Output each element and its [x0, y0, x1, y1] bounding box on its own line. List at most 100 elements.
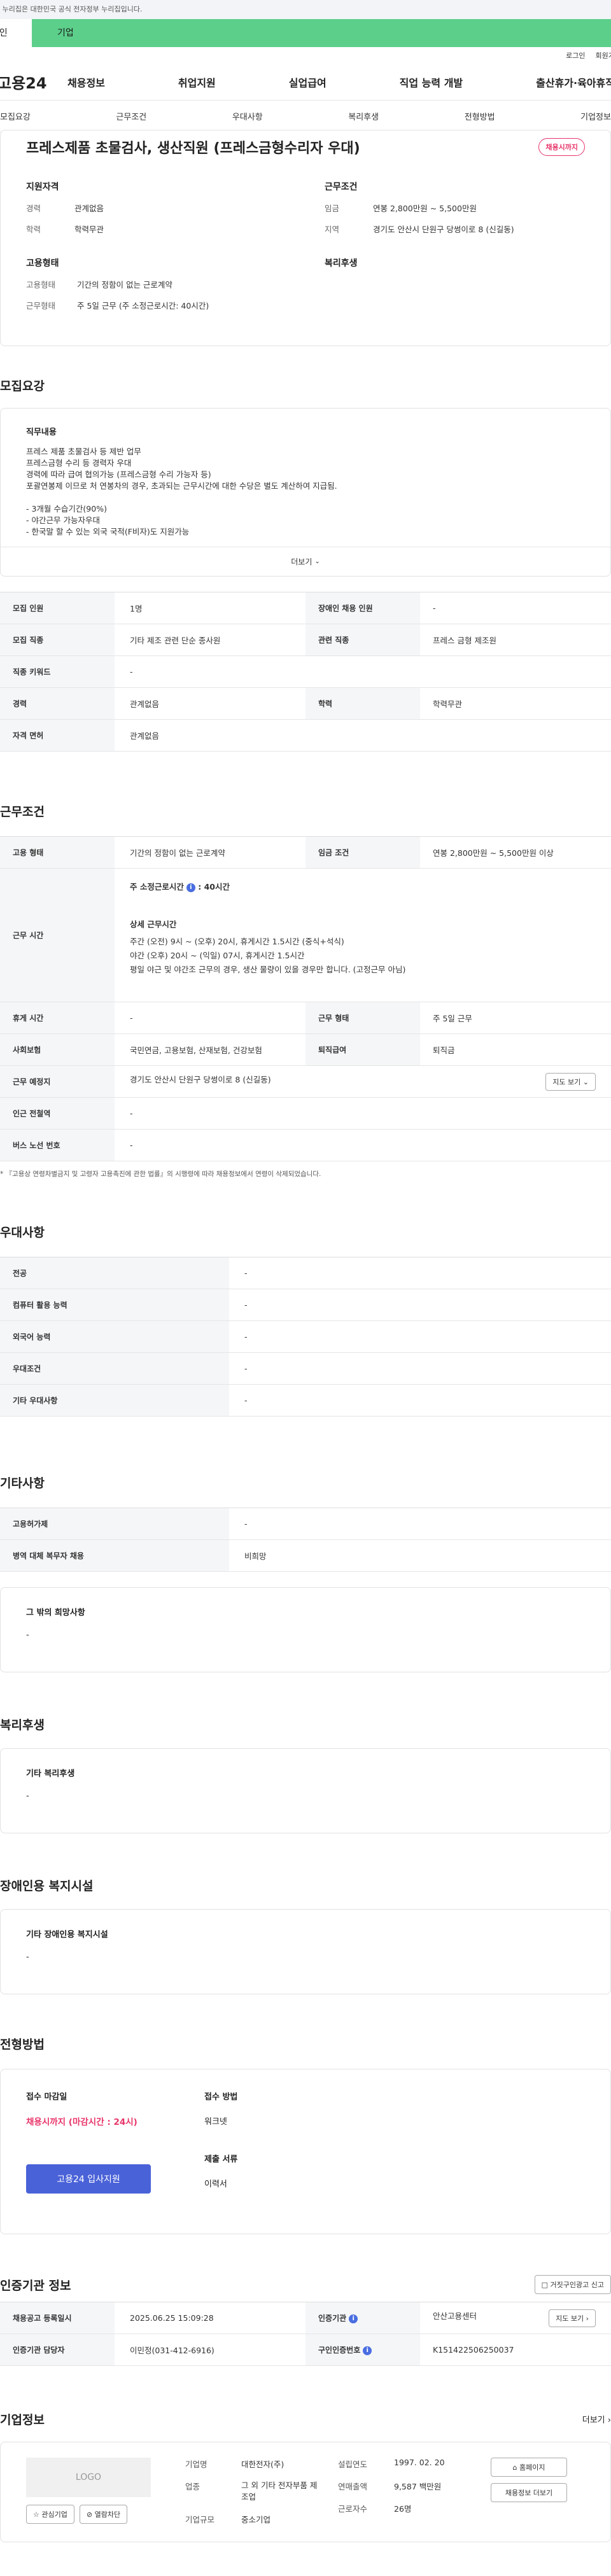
place-label: 근무 예정지 — [0, 1065, 115, 1098]
retire-label: 퇴직급여 — [306, 1033, 420, 1066]
section-title-work: 근무조건 — [0, 805, 45, 819]
method-value: 워크넷 — [204, 2117, 227, 2127]
gnb-item-leave[interactable]: 출산휴가·육아휴직 — [536, 74, 611, 90]
gnb-item-benefit[interactable]: 실업급여 — [289, 74, 327, 90]
company-more-label: 더보기 — [582, 2416, 605, 2425]
tab-business[interactable]: 기업 — [32, 19, 611, 47]
age-notice: * 『고용상 연령차별금지 및 고령자 고용촉진에 관한 법률』의 시행령에 따… — [0, 1170, 321, 1178]
agency-map-button[interactable]: 지도 보기 › — [549, 2309, 596, 2327]
anchor-welfare[interactable]: 복리후생 — [348, 110, 379, 122]
megaphone-icon: □ — [541, 2281, 549, 2289]
table-row: 전공 - — [0, 1257, 611, 1289]
gnb-item-support[interactable]: 취업지원 — [178, 74, 216, 90]
co-sales-label: 연매출액 — [338, 2482, 368, 2491]
anchor-apply[interactable]: 전형방법 — [465, 110, 495, 122]
gnb-item-jobs[interactable]: 채용정보 — [67, 74, 105, 90]
wtype-label: 근무 형태 — [306, 1002, 420, 1034]
apply-button[interactable]: 고용24 입사지원 — [26, 2164, 151, 2194]
duty-card: 직무내용 프레스 제품 초물검사 등 제반 업무 프레스금형 수리 등 경력자 … — [0, 408, 611, 577]
info-icon[interactable]: i — [349, 2314, 358, 2323]
report-fake-ad-button[interactable]: □ 거짓구인광고 신고 — [534, 2275, 611, 2294]
site-logo[interactable]: 고용24 — [0, 71, 67, 93]
wage-label: 임금 — [325, 204, 340, 213]
wish-value: - — [26, 1630, 29, 1640]
career-label: 경력 — [26, 204, 41, 213]
disabled-label: 장애인 채용 인원 — [306, 592, 420, 624]
map-button-label: 지도 보기 — [552, 1077, 581, 1086]
org-value: 안산고용센터 — [433, 2311, 477, 2321]
duty-line: 프레스 제품 초물검사 등 제반 업무 — [26, 447, 141, 456]
career-label: 경력 — [0, 687, 115, 720]
section-title-company: 기업정보 — [0, 2413, 45, 2427]
employ-value: - — [229, 1508, 611, 1540]
gnb-item-training[interactable]: 직업 능력 개발 — [400, 74, 463, 90]
apply-deadline-col: 접수 마감일 채용시까지 (마감시간 : 24시) 고용24 입사지원 — [26, 2090, 204, 2213]
section-title-other: 기타사항 — [0, 1476, 45, 1490]
subway-label: 인근 전철역 — [0, 1097, 115, 1130]
count-value: 1명 — [115, 592, 306, 624]
company-jobs-button[interactable]: 채용정보 더보기 — [491, 2483, 567, 2502]
org-label: 인증기관 — [318, 2314, 347, 2323]
anchor-recruit[interactable]: 모집요강 — [0, 110, 31, 122]
table-row: 채용공고 등록일시 2025.06.25 15:09:28 인증기관 i 안산고용… — [0, 2302, 611, 2334]
company-logo: LOGO — [26, 2458, 151, 2497]
signup-link[interactable]: 회원가입 — [596, 50, 611, 60]
more-label: 더보기 — [291, 557, 313, 566]
duty-line: 경력에 따라 급여 협의가능 (프레스금형 수리 가능자 등) — [26, 470, 211, 479]
map-button[interactable]: 지도 보기 ⌄ — [545, 1072, 596, 1091]
chevron-down-icon: ⌄ — [314, 558, 320, 565]
emp-value: 기간의 정함이 없는 근로계약 — [115, 836, 306, 869]
welfare-value: - — [26, 1791, 29, 1801]
duty-title: 직무내용 — [26, 428, 57, 437]
duty-more-button[interactable]: 더보기 ⌄ — [1, 547, 610, 576]
insurance-label: 사회보험 — [0, 1033, 115, 1066]
block-icon: ⊘ — [86, 2510, 93, 2519]
home-icon: ⌂ — [512, 2463, 517, 2472]
job-label: 모집 직종 — [0, 624, 115, 656]
anchor-pref[interactable]: 우대사항 — [232, 110, 263, 122]
company-more-link[interactable]: 더보기 › — [582, 2413, 611, 2425]
detail-line: 야간 (오후) 20시 ~ (익일) 07시, 휴게시간 1.5시간 — [130, 951, 305, 960]
method-title: 접수 방법 — [204, 2092, 238, 2102]
wage-value: 연봉 2,800만원 ~ 5,500만원 — [373, 204, 477, 213]
job-title: 프레스제품 초물검사, 생산직원 (프레스금형수리자 우대) — [26, 141, 360, 157]
work-type-value: 주 5일 근무 (주 소정근로시간: 40시간) — [77, 301, 209, 311]
place-cell: 경기도 안산시 단원구 당썽이로 8 (신길동) 지도 보기 ⌄ — [115, 1065, 611, 1098]
disabled-value: - — [26, 1952, 29, 1962]
anchor-work[interactable]: 근무조건 — [116, 110, 146, 122]
cond-value: - — [229, 1352, 611, 1385]
co-name-value: 대한전자(주) — [241, 2460, 284, 2469]
disabled-card: 기타 장애인용 복지시설 - — [0, 1909, 611, 1994]
tab-personal[interactable]: 개인 — [0, 19, 32, 47]
star-icon: ☆ — [33, 2510, 39, 2519]
table-row: 외국어 능력 - — [0, 1320, 611, 1353]
keyword-value: - — [115, 655, 611, 688]
summary-employment: 고용형태 고용형태 기간의 정함이 없는 근로계약 근무형태 주 5일 근무 (주 … — [26, 256, 286, 320]
info-icon[interactable]: i — [186, 883, 195, 892]
homepage-button[interactable]: ⌂ 홈페이지 — [491, 2458, 567, 2477]
pref-table: 전공 - 컴퓨터 활용 능력 - 외국어 능력 - 우대조건 - 기타 우대사항 - — [0, 1257, 611, 1417]
section-title-pref: 우대사항 — [0, 1226, 45, 1240]
major-label: 전공 — [0, 1257, 229, 1289]
agency-map-label: 지도 보기 — [556, 2314, 584, 2323]
favorite-company-button[interactable]: ☆ 관심기업 — [26, 2505, 74, 2524]
org-label-cell: 인증기관 i — [306, 2302, 420, 2334]
login-link[interactable]: 로그인 — [566, 50, 585, 60]
company-logo-col: LOGO ☆ 관심기업 ⊘ 열람차단 — [26, 2458, 185, 2526]
work-type-label: 근무형태 — [26, 301, 56, 311]
table-row: 우대조건 - — [0, 1352, 611, 1385]
anchor-company[interactable]: 기업정보 — [580, 110, 611, 122]
other-table: 고용허가제 - 병역 대체 복무자 채용 비희망 — [0, 1508, 611, 1572]
block-view-button[interactable]: ⊘ 열람차단 — [79, 2505, 128, 2524]
etc-value: - — [229, 1384, 611, 1417]
fav-label: 관심기업 — [41, 2510, 67, 2519]
info-icon[interactable]: i — [363, 2346, 372, 2355]
age-notice-text: 『고용상 연령차별금지 및 고령자 고용촉진에 관한 법률』의 시행령에 따라 … — [5, 1170, 321, 1178]
co-scale-label: 기업규모 — [185, 2515, 215, 2524]
summary-welfare: 복리후생 — [325, 256, 585, 320]
table-row: 고용허가제 - — [0, 1508, 611, 1540]
keyword-label: 직종 키워드 — [0, 655, 115, 688]
co-founded-label: 설립연도 — [338, 2460, 368, 2469]
table-row: 고용 형태 기간의 정함이 없는 근로계약 임금 조건 연봉 2,800만원 ~… — [0, 836, 611, 869]
military-value: 비희망 — [229, 1539, 611, 1572]
